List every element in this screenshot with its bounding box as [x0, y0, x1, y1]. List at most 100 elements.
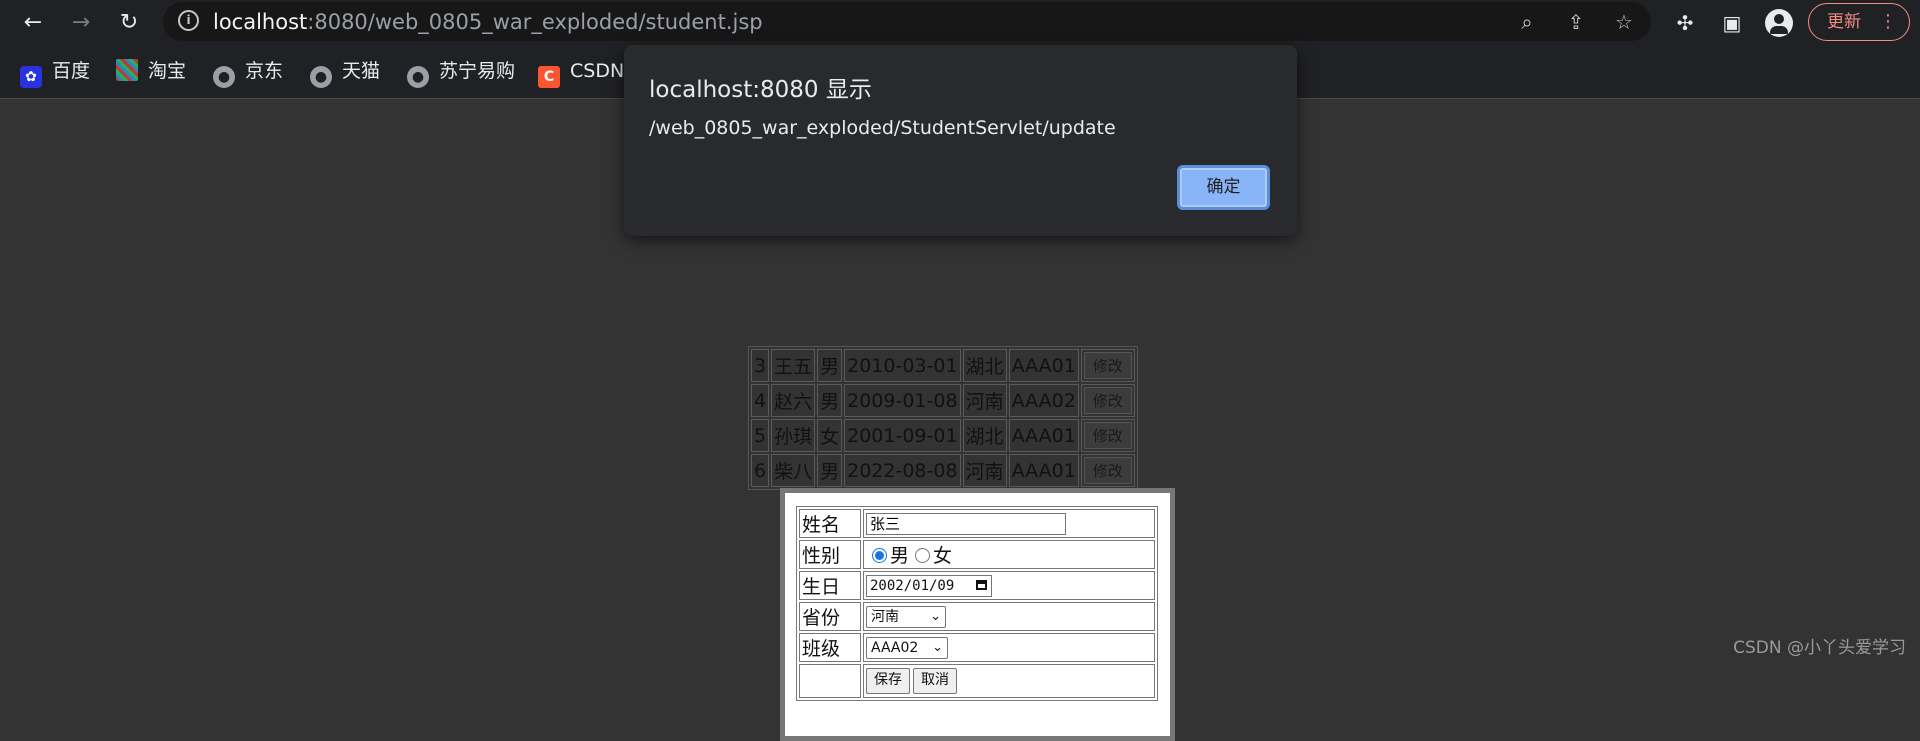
bookmark-label: 京东 — [245, 60, 284, 82]
birthday-value: 2002/01/09 — [870, 577, 955, 594]
table-row: 6 柴八男 2022-08-08 河南 AAA01 修改 — [751, 454, 1135, 487]
forward-icon[interactable]: → — [65, 7, 97, 39]
cell-gender: 女 — [817, 419, 843, 452]
globe-icon: ● — [310, 66, 332, 88]
cell-id: 4 — [751, 384, 770, 417]
cell-province: 河南 — [962, 454, 1007, 487]
url-path: :8080/web_0805_war_exploded/student.jsp — [307, 10, 763, 34]
chevron-down-icon: ⌄ — [930, 608, 941, 624]
alert-dialog: localhost:8080 显示 /web_0805_war_exploded… — [624, 45, 1297, 236]
gender-female-radio[interactable] — [915, 548, 931, 563]
cell-name: 王五 — [771, 349, 816, 382]
cell-gender: 男 — [817, 384, 843, 417]
cell-province: 湖北 — [962, 349, 1007, 382]
cell-class: AAA01 — [1008, 349, 1079, 382]
update-button[interactable]: 更新 ⋮ — [1808, 3, 1910, 41]
chevron-down-icon: ⌄ — [932, 639, 943, 655]
cancel-button[interactable]: 取消 — [913, 668, 957, 694]
profile-icon[interactable] — [1765, 9, 1793, 37]
cell-class: AAA01 — [1008, 454, 1079, 487]
cell-class: AAA02 — [1008, 384, 1079, 417]
name-label: 姓名 — [799, 509, 861, 538]
class-label: 班级 — [799, 633, 861, 662]
birthday-label: 生日 — [799, 571, 861, 600]
bookmark-jd[interactable]: ● 京东 — [213, 58, 284, 88]
bookmark-label: CSDN — [570, 60, 625, 82]
bookmark-label: 淘宝 — [148, 60, 187, 82]
star-icon[interactable]: ☆ — [1611, 9, 1637, 35]
cell-name: 赵六 — [771, 384, 816, 417]
edit-button[interactable]: 修改 — [1083, 387, 1132, 414]
cell-birthday: 2009-01-08 — [844, 384, 961, 417]
class-value: AAA02 — [871, 639, 919, 656]
form-row-province: 省份 河南 ⌄ — [799, 602, 1155, 631]
globe-icon: ● — [213, 66, 235, 88]
back-icon[interactable]: ← — [17, 7, 49, 39]
csdn-icon: C — [538, 66, 560, 88]
cell-id: 3 — [751, 349, 770, 382]
zoom-icon[interactable]: ⌕ — [1514, 9, 1540, 35]
gender-male-radio[interactable] — [872, 548, 887, 563]
dialog-title: localhost:8080 显示 — [649, 77, 872, 103]
province-label: 省份 — [799, 602, 861, 631]
edit-button[interactable]: 修改 — [1083, 352, 1132, 379]
bookmark-label: 天猫 — [342, 60, 381, 82]
cell-id: 5 — [751, 419, 770, 452]
url-text[interactable]: localhost:8080/web_0805_war_exploded/stu… — [213, 10, 763, 34]
globe-icon: ● — [407, 66, 429, 88]
share-icon[interactable]: ⇪ — [1563, 9, 1589, 35]
class-select[interactable]: AAA02 ⌄ — [866, 636, 948, 659]
gender-male-label: 男 — [890, 545, 910, 567]
name-input[interactable] — [866, 512, 1066, 535]
cell-birthday: 2022-08-08 — [844, 454, 961, 487]
form-row-actions: 保存 取消 — [799, 664, 1155, 698]
form-row-class: 班级 AAA02 ⌄ — [799, 633, 1155, 662]
save-button[interactable]: 保存 — [866, 668, 910, 694]
form-row-name: 姓名 — [799, 509, 1155, 538]
province-value: 河南 — [871, 608, 899, 625]
cell-name: 孙琪 — [771, 419, 816, 452]
table-row: 4 赵六男 2009-01-08 河南 AAA02 修改 — [751, 384, 1135, 417]
cell-gender: 男 — [817, 454, 843, 487]
ok-button[interactable]: 确定 — [1177, 165, 1270, 210]
bookmark-tmall[interactable]: ● 天猫 — [310, 58, 381, 88]
info-icon[interactable]: i — [178, 10, 199, 31]
edit-form: 姓名 性别 男 女 生日 2002/01/09 省份 河南 ⌄ 班级 AAA02 ⌄ — [796, 506, 1158, 701]
cell-gender: 男 — [817, 349, 843, 382]
form-row-gender: 性别 男 女 — [799, 540, 1155, 569]
student-table: 3 王五男 2010-03-01 湖北 AAA01 修改 4 赵六男 2009-01-08 河南 A… — [748, 346, 1138, 490]
menu-icon[interactable]: ⋮ — [1879, 4, 1897, 40]
table-row: 5 孙琪女 2001-09-01 湖北 AAA01 修改 — [751, 419, 1135, 452]
cell-class: AAA01 — [1008, 419, 1079, 452]
reload-icon[interactable]: ↻ — [113, 7, 145, 39]
taobao-icon — [116, 59, 138, 81]
edit-form-panel: 姓名 性别 男 女 生日 2002/01/09 省份 河南 ⌄ 班级 AAA02 ⌄ — [780, 488, 1175, 741]
bookmark-csdn[interactable]: C CSDN — [538, 58, 625, 88]
bookmark-taobao[interactable]: 淘宝 — [116, 58, 186, 84]
cell-name: 柴八 — [771, 454, 816, 487]
bookmark-label: 百度 — [52, 60, 91, 82]
province-select[interactable]: 河南 ⌄ — [866, 605, 946, 628]
table-row: 3 王五男 2010-03-01 湖北 AAA01 修改 — [751, 349, 1135, 382]
cell-province: 河南 — [962, 384, 1007, 417]
extensions-icon[interactable]: ✣ — [1670, 8, 1700, 38]
bookmark-label: 苏宁易购 — [439, 60, 516, 82]
gender-female-label: 女 — [933, 545, 953, 567]
cell-birthday: 2010-03-01 — [844, 349, 961, 382]
birthday-input[interactable]: 2002/01/09 — [866, 574, 992, 597]
sidepanel-icon[interactable]: ▣ — [1717, 8, 1747, 38]
bookmark-baidu[interactable]: ✿ 百度 — [20, 58, 91, 88]
cell-birthday: 2001-09-01 — [844, 419, 961, 452]
calendar-icon[interactable] — [976, 579, 987, 590]
browser-toolbar: ← → ↻ i localhost:8080/web_0805_war_expl… — [0, 0, 1920, 46]
dialog-message: /web_0805_war_exploded/StudentServlet/up… — [649, 117, 1116, 139]
bookmark-suning[interactable]: ● 苏宁易购 — [407, 58, 516, 88]
baidu-icon: ✿ — [20, 66, 42, 88]
gender-label: 性别 — [799, 540, 861, 569]
watermark: CSDN @小丫头爱学习 — [1733, 638, 1906, 658]
url-host: localhost — [213, 10, 308, 34]
cell-id: 6 — [751, 454, 770, 487]
edit-button[interactable]: 修改 — [1083, 457, 1132, 484]
edit-button[interactable]: 修改 — [1083, 422, 1132, 449]
form-row-birthday: 生日 2002/01/09 — [799, 571, 1155, 600]
